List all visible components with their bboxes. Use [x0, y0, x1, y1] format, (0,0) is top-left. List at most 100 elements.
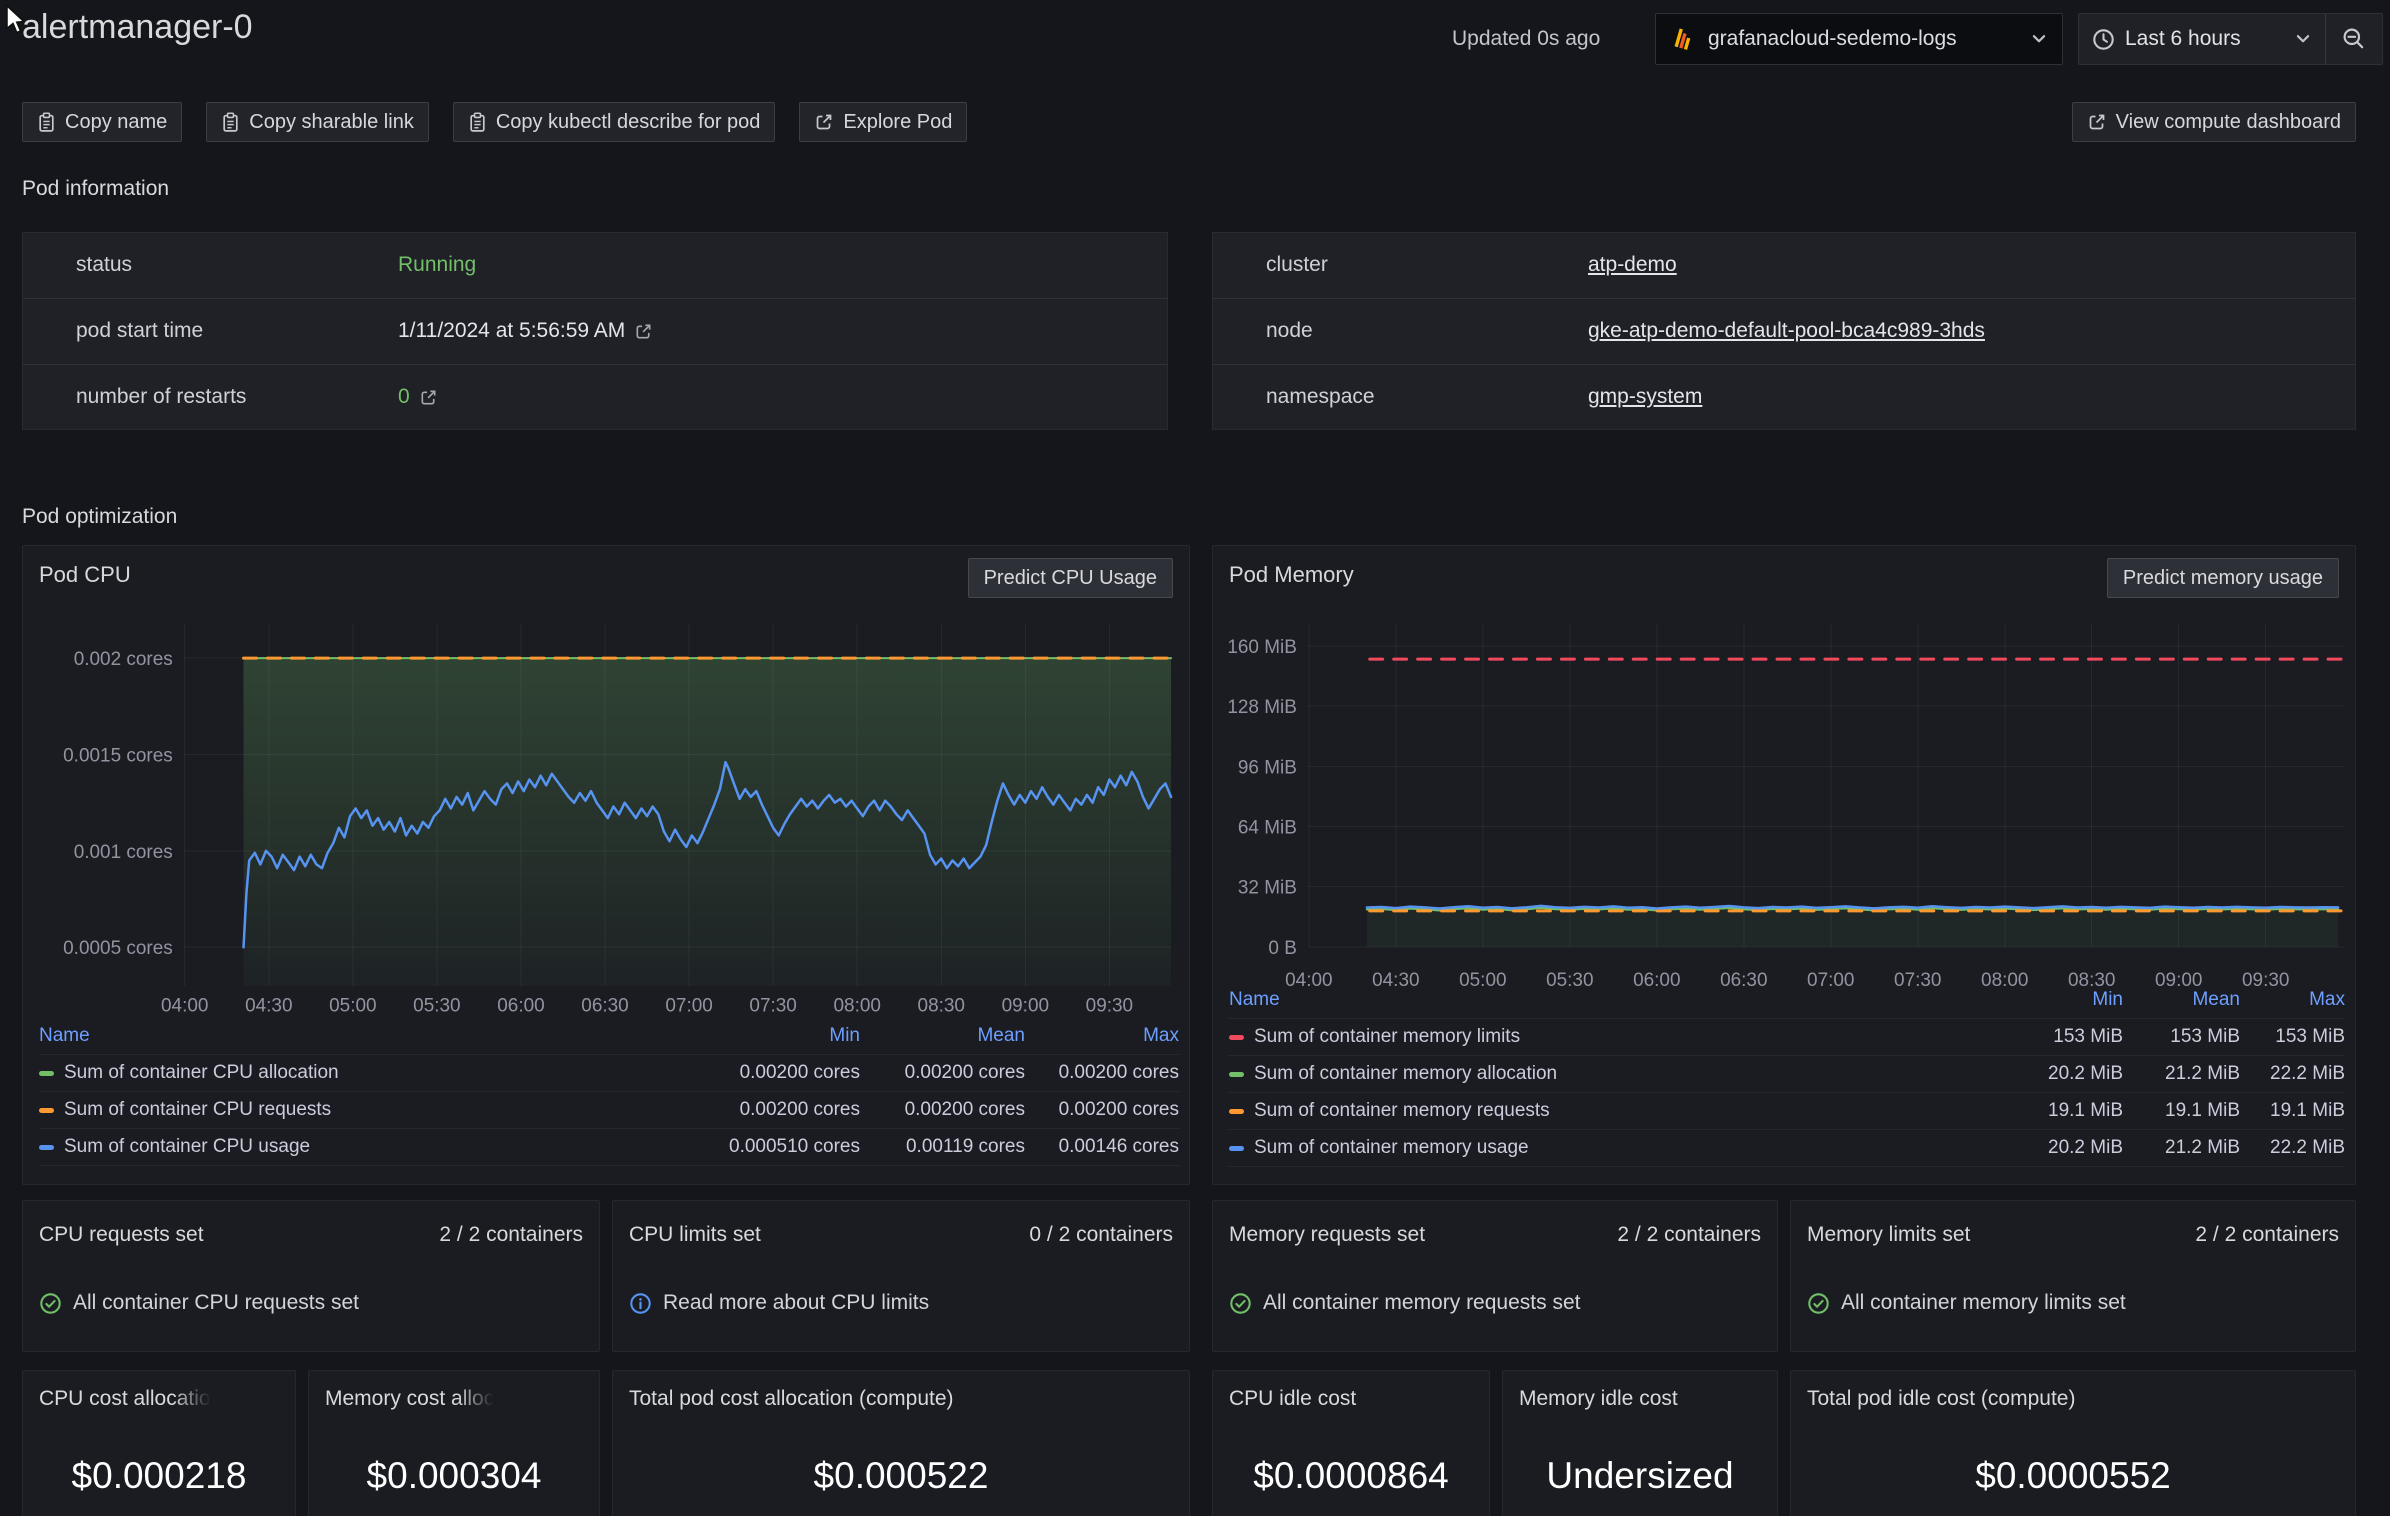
external-link-icon [419, 388, 438, 407]
legend-max: 0.00146 cores [1025, 1136, 1179, 1158]
legend-header-min[interactable]: Min [685, 1025, 860, 1047]
memory-requests-card: Memory requests set 2 / 2 containers All… [1212, 1200, 1778, 1352]
legend-header-min[interactable]: Min [2003, 989, 2123, 1011]
legend-header-mean[interactable]: Mean [2123, 989, 2240, 1011]
series-color-swatch [1229, 1072, 1244, 1077]
pod-start-time-text: 1/11/2024 at 5:56:59 AM [398, 319, 625, 343]
y-axis-tick-label: 0 B [1268, 938, 1296, 959]
y-axis-tick-label: 64 MiB [1238, 817, 1297, 838]
series-color-swatch [39, 1071, 54, 1076]
legend-header-row: NameMinMeanMax [1229, 982, 2345, 1019]
legend-header-name[interactable]: Name [1229, 989, 2003, 1011]
mem-legend: NameMinMeanMax Sum of container memory li… [1229, 982, 2345, 1167]
external-link-icon [634, 322, 653, 341]
legend-min: 19.1 MiB [2003, 1100, 2123, 1122]
legend-row: Sum of container CPU requests0.00200 cor… [39, 1092, 1179, 1129]
x-axis-tick-label: 08:00 [833, 996, 880, 1017]
copy-sharable-link-button[interactable]: Copy sharable link [206, 102, 429, 142]
memory-idle-cost-card: Memory idle cost Undersized [1502, 1370, 1778, 1516]
zoom-out-icon [2342, 27, 2366, 51]
namespace-link[interactable]: gmp-system [1588, 385, 1702, 409]
explore-pod-button[interactable]: Explore Pod [799, 102, 967, 142]
legend-header-max[interactable]: Max [2240, 989, 2345, 1011]
view-compute-dashboard-button[interactable]: View compute dashboard [2072, 102, 2356, 142]
legend-max: 153 MiB [2240, 1026, 2345, 1048]
copy-kubectl-describe-button[interactable]: Copy kubectl describe for pod [453, 102, 776, 142]
legend-max: 22.2 MiB [2240, 1063, 2345, 1085]
legend-max: 0.00200 cores [1025, 1062, 1179, 1084]
stat-title: CPU cost allocatio [39, 1387, 211, 1411]
stat-title: Memory cost alloc [325, 1387, 494, 1411]
x-axis-tick-label: 04:30 [245, 996, 292, 1017]
time-range-label: Last 6 hours [2125, 27, 2284, 51]
legend-series-name[interactable]: Sum of container CPU usage [39, 1136, 685, 1158]
external-link-icon [2087, 112, 2107, 132]
legend-series-name[interactable]: Sum of container memory usage [1229, 1137, 2003, 1159]
legend-row: Sum of container CPU allocation0.00200 c… [39, 1055, 1179, 1092]
x-axis-tick-label: 07:30 [749, 996, 796, 1017]
legend-min: 0.00200 cores [685, 1062, 860, 1084]
copy-sharable-link-label: Copy sharable link [249, 111, 414, 134]
stat-value: $0.0000864 [1213, 1455, 1489, 1497]
stat-value: $0.000522 [613, 1455, 1189, 1497]
legend-series-name[interactable]: Sum of container memory allocation [1229, 1063, 2003, 1085]
info-circle-icon [629, 1292, 652, 1315]
copy-name-button[interactable]: Copy name [22, 102, 182, 142]
x-axis-tick-label: 09:00 [1002, 996, 1049, 1017]
node-link[interactable]: gke-atp-demo-default-pool-bca4c989-3hds [1588, 319, 1985, 343]
table-row: pod start time 1/11/2024 at 5:56:59 AM [23, 299, 1167, 365]
x-axis-tick-label: 09:30 [1086, 996, 1133, 1017]
datasource-picker[interactable]: grafanacloud-sedemo-logs [1655, 13, 2063, 65]
y-axis-tick-label: 160 MiB [1227, 637, 1297, 658]
table-row: cluster atp-demo [1213, 233, 2355, 299]
legend-min: 20.2 MiB [2003, 1063, 2123, 1085]
pod-start-time-label: pod start time [76, 319, 203, 343]
read-more-cpu-limits-link[interactable]: Read more about CPU limits [663, 1291, 929, 1315]
cluster-link[interactable]: atp-demo [1588, 253, 1677, 277]
y-axis-tick-label: 0.001 cores [74, 842, 173, 863]
card-title: Memory requests set [1229, 1223, 1425, 1247]
table-row: namespace gmp-system [1213, 365, 2355, 431]
card-title: Memory limits set [1807, 1223, 1970, 1247]
copy-kubectl-describe-label: Copy kubectl describe for pod [496, 111, 761, 134]
card-title: CPU limits set [629, 1223, 761, 1247]
y-axis-tick-label: 128 MiB [1227, 697, 1297, 718]
pod-information-heading: Pod information [22, 177, 169, 201]
status-label: status [76, 253, 132, 277]
legend-mean: 0.00200 cores [860, 1062, 1025, 1084]
cpu-idle-cost-card: CPU idle cost $0.0000864 [1212, 1370, 1490, 1516]
series-color-swatch [1229, 1035, 1244, 1040]
stat-title: Total pod cost allocation (compute) [629, 1387, 954, 1410]
time-range-picker[interactable]: Last 6 hours [2079, 14, 2325, 64]
legend-series-name[interactable]: Sum of container memory requests [1229, 1100, 2003, 1122]
series-line [1367, 906, 2338, 909]
stat-value: Undersized [1503, 1455, 1777, 1497]
check-circle-icon [1807, 1292, 1830, 1315]
legend-header-name[interactable]: Name [39, 1025, 685, 1047]
series-color-swatch [1229, 1146, 1244, 1151]
y-axis-tick-label: 0.002 cores [74, 649, 173, 670]
cpu-legend: NameMinMeanMaxSum of container CPU alloc… [39, 1018, 1179, 1166]
legend-header-max[interactable]: Max [1025, 1025, 1179, 1047]
check-circle-icon [39, 1292, 62, 1315]
legend-series-name[interactable]: Sum of container memory limits [1229, 1026, 2003, 1048]
x-axis-tick-label: 05:30 [413, 996, 460, 1017]
restarts-value[interactable]: 0 [398, 385, 438, 409]
legend-row: Sum of container memory limits153 MiB153… [1229, 1019, 2345, 1056]
legend-header-row: NameMinMeanMax [39, 1018, 1179, 1055]
legend-row: Sum of container CPU usage0.000510 cores… [39, 1129, 1179, 1166]
check-circle-icon [1229, 1292, 1252, 1315]
table-row: number of restarts 0 [23, 365, 1167, 431]
y-axis-tick-label: 32 MiB [1238, 878, 1297, 899]
legend-row: Sum of container memory requests19.1 MiB… [1229, 1093, 2345, 1130]
card-message: All container memory limits set [1841, 1291, 2126, 1315]
pod-start-time-value[interactable]: 1/11/2024 at 5:56:59 AM [398, 319, 653, 343]
legend-series-name[interactable]: Sum of container CPU requests [39, 1099, 685, 1121]
chevron-down-icon [2294, 30, 2312, 48]
legend-series-name[interactable]: Sum of container CPU allocation [39, 1062, 685, 1084]
zoom-out-button[interactable] [2325, 14, 2382, 64]
stat-value: $0.0000552 [1791, 1455, 2355, 1497]
pod-cpu-panel: Pod CPU Predict CPU Usage 04:0004:3005:0… [22, 545, 1190, 1185]
stat-value: $0.000304 [309, 1455, 599, 1497]
legend-header-mean[interactable]: Mean [860, 1025, 1025, 1047]
